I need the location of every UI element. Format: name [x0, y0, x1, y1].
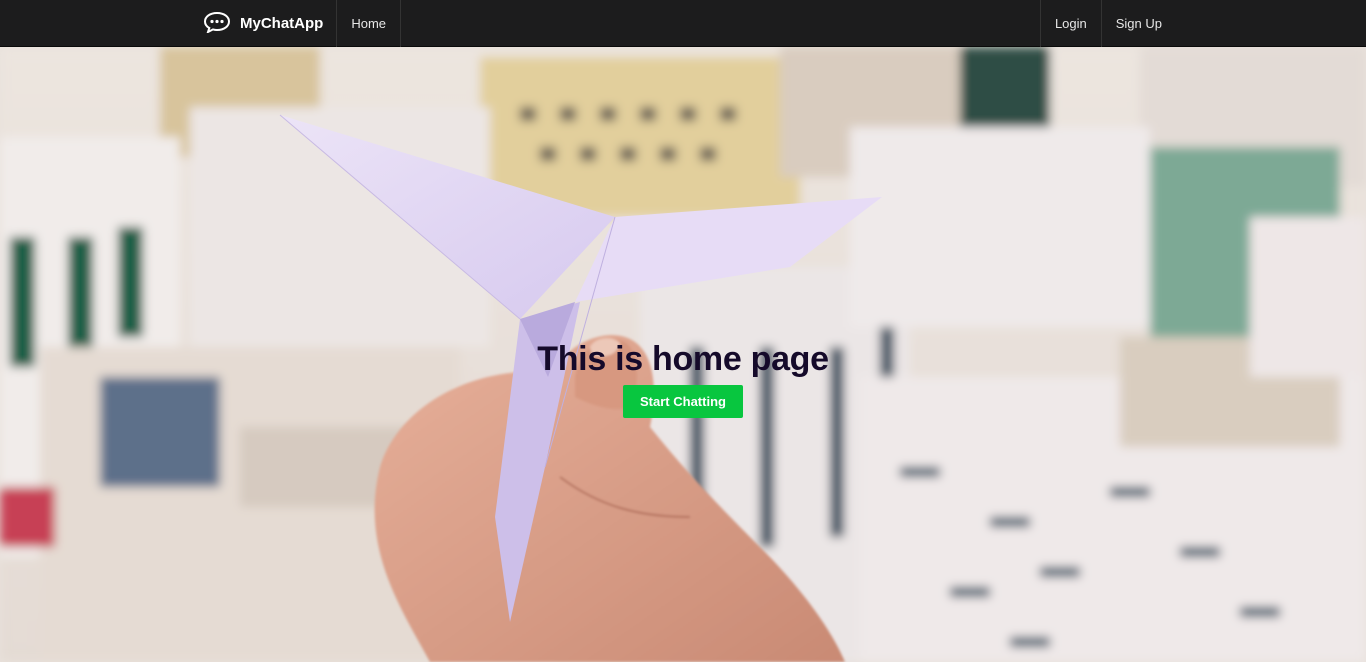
top-navbar: MyChatApp Home Login Sign Up [0, 0, 1366, 47]
brand-link[interactable]: MyChatApp [190, 0, 338, 47]
hero-content: This is home page Start Chatting [0, 337, 1366, 418]
signup-link[interactable]: Sign Up [1100, 0, 1176, 47]
nav-home-link[interactable]: Home [337, 0, 402, 47]
hero-section: This is home page Start Chatting [0, 47, 1366, 662]
chat-bubble-icon [203, 11, 240, 37]
navbar-container: MyChatApp Home Login Sign Up [190, 0, 1176, 47]
hero-title: This is home page [537, 340, 829, 378]
brand-name: MyChatApp [240, 15, 324, 32]
login-link[interactable]: Login [1039, 0, 1101, 47]
start-chatting-button[interactable]: Start Chatting [623, 385, 743, 418]
navbar-right: Login Sign Up [1039, 0, 1176, 47]
